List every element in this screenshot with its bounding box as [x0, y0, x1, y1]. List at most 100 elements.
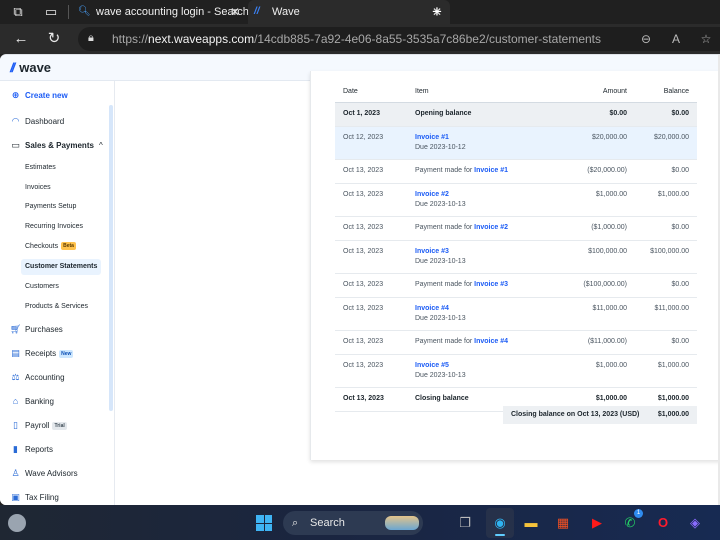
read-aloud-icon[interactable]: A	[668, 31, 684, 47]
row-amount: $11,000.00	[555, 297, 635, 331]
zoom-out-icon[interactable]: ⊖	[638, 31, 654, 47]
main-content: Date Item Amount Balance Oct 1, 2023 Ope…	[116, 71, 720, 505]
create-new-button[interactable]: ⊕ Create new	[10, 86, 68, 104]
windows-start-icon[interactable]	[256, 515, 272, 531]
row-date: Oct 12, 2023	[335, 126, 407, 160]
file-explorer-icon[interactable]: ▬	[521, 513, 541, 533]
sidebar-sub-checkouts[interactable]: Checkouts Beta	[25, 239, 76, 255]
row-amount: $0.00	[555, 102, 635, 127]
copilot-icon[interactable]: ◈	[685, 513, 705, 533]
sidebar-item-accounting[interactable]: ⚖︎ Accounting	[10, 368, 64, 386]
row-item: Opening balance	[407, 102, 555, 127]
column-header-amount: Amount	[555, 81, 635, 103]
payment-label: Payment made for	[415, 166, 473, 174]
sidebar-item-payroll[interactable]: ▯ Payroll Trial	[10, 416, 67, 434]
cart-icon: 🛒︎	[10, 324, 22, 334]
row-balance: $11,000.00	[635, 297, 697, 331]
due-date: Due 2023-10-13	[415, 257, 466, 265]
sidebar-scrollbar[interactable]	[109, 105, 113, 411]
opening-balance-row: Oct 1, 2023 Opening balance $0.00 $0.00	[335, 102, 697, 127]
sidebar-sub-recurring-invoices[interactable]: Recurring Invoices	[25, 219, 83, 235]
advisors-icon: ♙	[11, 468, 20, 478]
sidebar-sub-customers[interactable]: Customers	[25, 279, 59, 295]
closing-summary-value: $1,000.00	[657, 411, 689, 418]
invoice-row: Oct 12, 2023 Invoice #1 Due 2023-10-12 $20,…	[335, 126, 697, 160]
invoice-link[interactable]: Invoice #5	[415, 362, 449, 369]
invoice-link[interactable]: Invoice #1	[415, 134, 449, 141]
invoice-link[interactable]: Invoice #1	[474, 167, 508, 174]
opera-icon[interactable]: O	[653, 513, 673, 533]
row-amount: ($1,000.00)	[555, 216, 635, 241]
payroll-icon: ▯	[13, 420, 18, 430]
row-balance: $0.00	[635, 273, 697, 298]
weather-icon[interactable]	[8, 514, 26, 532]
row-item: Payment made for Invoice #4	[407, 330, 555, 355]
url-text[interactable]: https://next.waveapps.com/14cdb885-7a92-…	[112, 27, 601, 51]
refresh-icon[interactable]: ↻	[45, 30, 63, 48]
whatsapp-notification-badge: 1	[634, 509, 643, 518]
row-amount: $1,000.00	[555, 183, 635, 217]
row-amount: $20,000.00	[555, 126, 635, 160]
sidebar-sub-invoices[interactable]: Invoices	[25, 180, 51, 196]
tab-wave[interactable]: // Wave ✕	[248, 0, 450, 24]
sidebar-sub-products-services[interactable]: Products & Services	[25, 299, 88, 315]
scale-icon: ⚖︎	[11, 372, 20, 382]
invoice-row: Oct 13, 2023 Invoice #2 Due 2023-10-13 $1,0…	[335, 183, 697, 217]
close-tab-icon[interactable]: ✕	[230, 0, 240, 24]
row-amount: ($100,000.00)	[555, 273, 635, 298]
sidebar-sub-payments-setup[interactable]: Payments Setup	[25, 199, 76, 215]
address-bar[interactable]: 🔒︎ https://next.waveapps.com/14cdb885-7a…	[78, 27, 720, 51]
sidebar-item-dashboard[interactable]: ◠ Dashboard	[10, 112, 65, 130]
lock-icon: 🔒︎	[88, 32, 94, 44]
sidebar-item-receipts[interactable]: ▤ Receipts New	[10, 344, 74, 362]
sidebar-sub-estimates[interactable]: Estimates	[25, 160, 56, 176]
workspaces-icon[interactable]: ⧉	[10, 4, 26, 20]
sidebar-item-tax-filing[interactable]: ▣ Tax Filing	[10, 488, 59, 505]
payment-row: Oct 13, 2023 Payment made for Invoice #2(…	[335, 216, 697, 241]
sidebar-item-reports[interactable]: ▮ Reports	[10, 440, 53, 458]
sidebar-item-wave-advisors[interactable]: ♙ Wave Advisors	[10, 464, 77, 482]
sales-icon: ▭	[11, 140, 20, 150]
beta-badge: Beta	[61, 242, 76, 251]
sidebar-item-banking[interactable]: ⌂ Banking	[10, 392, 54, 410]
statement-card: Date Item Amount Balance Oct 1, 2023 Ope…	[310, 71, 720, 460]
edge-icon[interactable]: ◉	[490, 513, 510, 533]
back-icon[interactable]: ←	[12, 30, 30, 48]
payment-row: Oct 13, 2023 Payment made for Invoice #4(…	[335, 330, 697, 355]
tab-actions-icon[interactable]: ▭	[43, 4, 59, 20]
sidebar-sub-customer-statements[interactable]: Customer Statements	[21, 259, 101, 275]
address-row: ← ↻ 🔒︎ https://next.waveapps.com/14cdb88…	[0, 24, 720, 54]
microsoft-store-icon[interactable]: ▦	[553, 513, 573, 533]
invoice-link[interactable]: Invoice #3	[415, 248, 449, 255]
row-balance: $0.00	[635, 216, 697, 241]
row-date: Oct 13, 2023	[335, 354, 407, 388]
sidebar-item-purchases[interactable]: 🛒︎ Purchases	[10, 320, 63, 338]
task-view-icon[interactable]: ❐	[455, 513, 475, 533]
row-item: Invoice #1 Due 2023-10-12	[407, 126, 555, 160]
favorite-star-icon[interactable]: ☆	[698, 31, 714, 47]
invoice-link[interactable]: Invoice #4	[415, 305, 449, 312]
tab-search[interactable]: 🔍︎ wave accounting login - Search ✕	[72, 0, 249, 24]
youtube-icon[interactable]: ▶	[587, 513, 607, 533]
row-amount: ($20,000.00)	[555, 159, 635, 184]
wave-logo[interactable]: //wave	[10, 60, 51, 75]
invoice-link[interactable]: Invoice #4	[474, 338, 508, 345]
row-date: Oct 13, 2023	[335, 183, 407, 217]
receipt-icon: ▤	[11, 348, 20, 358]
closing-balance-summary: Closing balance on Oct 13, 2023 (USD) $1…	[503, 406, 697, 424]
invoice-link[interactable]: Invoice #2	[474, 224, 508, 231]
row-balance: $0.00	[635, 102, 697, 127]
plus-circle-icon: ⊕	[11, 90, 20, 100]
search-icon: 🔍︎	[78, 6, 91, 17]
sidebar-item-sales-payments[interactable]: ▭ Sales & Payments ^	[10, 136, 102, 154]
search-highlight-image	[385, 516, 419, 530]
row-date: Oct 1, 2023	[335, 102, 407, 127]
new-tab-button[interactable]: +	[432, 2, 442, 22]
invoice-link[interactable]: Invoice #3	[474, 281, 508, 288]
wave-favicon-icon: //	[254, 6, 260, 17]
invoice-row: Oct 13, 2023 Invoice #4 Due 2023-10-13 $11,…	[335, 297, 697, 331]
invoice-link[interactable]: Invoice #2	[415, 191, 449, 198]
sidebar: ⊕ Create new ◠ Dashboard ▭ Sales & Payments…	[0, 81, 115, 505]
row-balance: $0.00	[635, 330, 697, 355]
taskbar-search[interactable]: ⌕ Search	[283, 511, 423, 535]
